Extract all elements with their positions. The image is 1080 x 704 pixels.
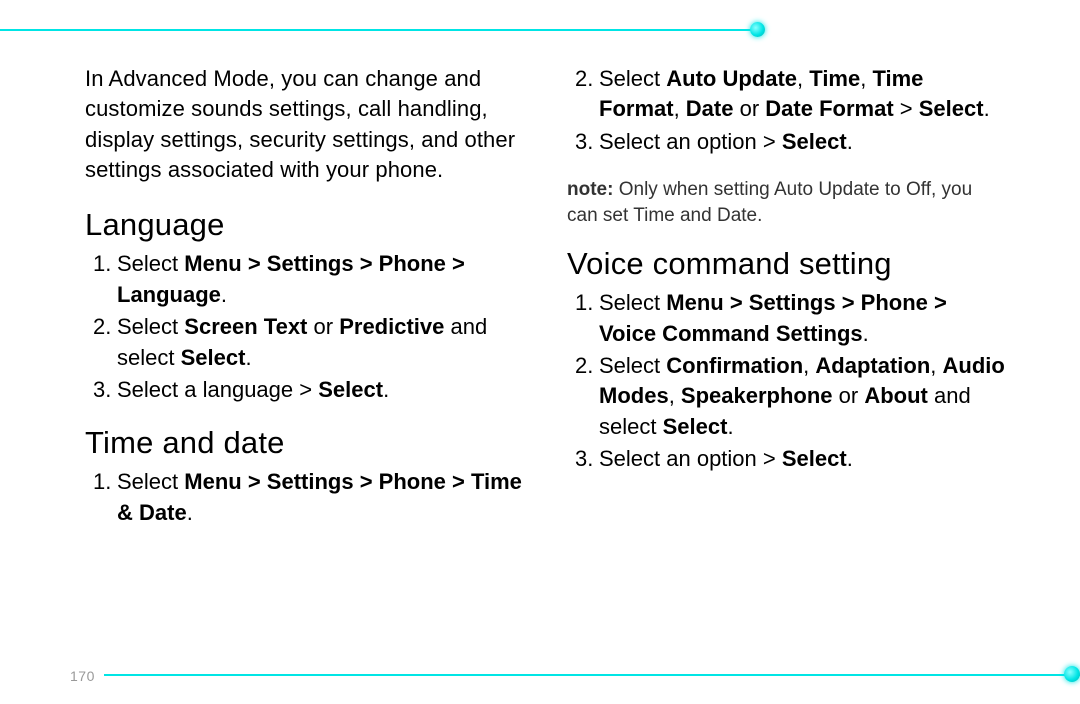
list-item: Select Confirmation, Adaptation, Audio M…: [575, 351, 1007, 442]
bottom-rule: [0, 673, 1080, 676]
heading-language: Language: [85, 207, 525, 243]
rule-line: [104, 674, 1080, 676]
list-item: Select Menu > Settings > Phone > Languag…: [93, 249, 525, 310]
list-item: Select an option > Select.: [575, 127, 1007, 157]
content-columns: In Advanced Mode, you can change and cus…: [85, 64, 1010, 548]
language-steps: Select Menu > Settings > Phone > Languag…: [93, 249, 525, 405]
intro-text: In Advanced Mode, you can change and cus…: [85, 64, 525, 185]
left-column: In Advanced Mode, you can change and cus…: [85, 64, 525, 548]
manual-page: In Advanced Mode, you can change and cus…: [0, 0, 1080, 704]
timedate-steps-a: Select Menu > Settings > Phone > Time & …: [93, 467, 525, 528]
list-item: Select Menu > Settings > Phone > Voice C…: [575, 288, 1007, 349]
list-item: Select Screen Text or Predictive and sel…: [93, 312, 525, 373]
list-item: Select Menu > Settings > Phone > Time & …: [93, 467, 525, 528]
list-item: Select an option > Select.: [575, 444, 1007, 474]
timedate-steps-b: Select Auto Update, Time, Time Format, D…: [575, 64, 1007, 157]
note-text: note: Only when setting Auto Update to O…: [567, 177, 1007, 228]
right-column: Select Auto Update, Time, Time Format, D…: [567, 64, 1007, 548]
top-rule: [0, 28, 1080, 31]
heading-timedate: Time and date: [85, 425, 525, 461]
bead-icon: [1064, 666, 1080, 682]
bead-icon: [750, 22, 765, 37]
list-item: Select Auto Update, Time, Time Format, D…: [575, 64, 1007, 125]
heading-voice: Voice command setting: [567, 246, 1007, 282]
rule-line: [0, 29, 753, 31]
page-number: 170: [70, 668, 95, 684]
list-item: Select a language > Select.: [93, 375, 525, 405]
voice-steps: Select Menu > Settings > Phone > Voice C…: [575, 288, 1007, 474]
